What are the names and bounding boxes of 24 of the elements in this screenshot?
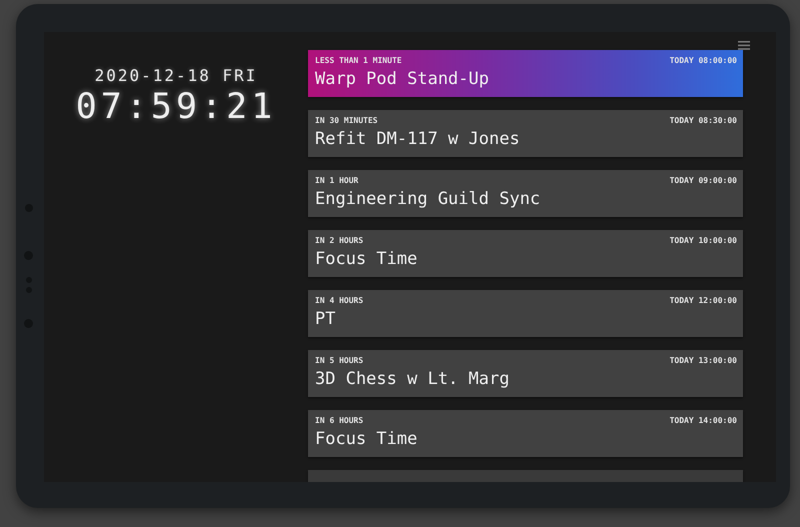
clock-time: 07:59:21	[76, 87, 276, 127]
event-time: TODAY 12:00:00	[670, 296, 737, 306]
event-title: Warp Pod Stand-Up	[315, 68, 490, 90]
event-title: Engineering Guild Sync	[315, 188, 542, 210]
event-time: TODAY 13:00:00	[670, 356, 737, 366]
relative-time: IN 1 HOUR	[315, 176, 358, 186]
event-title: Refit DM-117 w Jones	[315, 128, 521, 150]
relative-time: IN 30 MINUTES	[315, 116, 378, 126]
date-text: 2020-12-18 FRI	[94, 66, 258, 85]
event-title: 3D Chess w Lt. Marg	[315, 368, 510, 390]
relative-time: IN 6 HOURS	[315, 416, 364, 426]
relative-time: IN 4 HOURS	[315, 296, 364, 306]
event-time: TODAY 08:30:00	[670, 116, 737, 126]
event-time: TODAY 10:00:00	[670, 236, 737, 246]
event-title: PT	[315, 308, 336, 330]
menu-icon[interactable]	[738, 41, 750, 50]
event-time: TODAY 14:00:00	[670, 416, 737, 426]
relative-time: IN 2 HOURS	[315, 236, 364, 246]
event-time: TODAY 08:00:00	[670, 56, 737, 66]
relative-time: LESS THAN 1 MINUTE	[315, 56, 402, 66]
event-title: Focus Time	[315, 248, 418, 270]
event-title: Focus Time	[315, 428, 418, 450]
relative-time: IN 5 HOURS	[315, 356, 364, 366]
event-time: TODAY 09:00:00	[670, 176, 737, 186]
